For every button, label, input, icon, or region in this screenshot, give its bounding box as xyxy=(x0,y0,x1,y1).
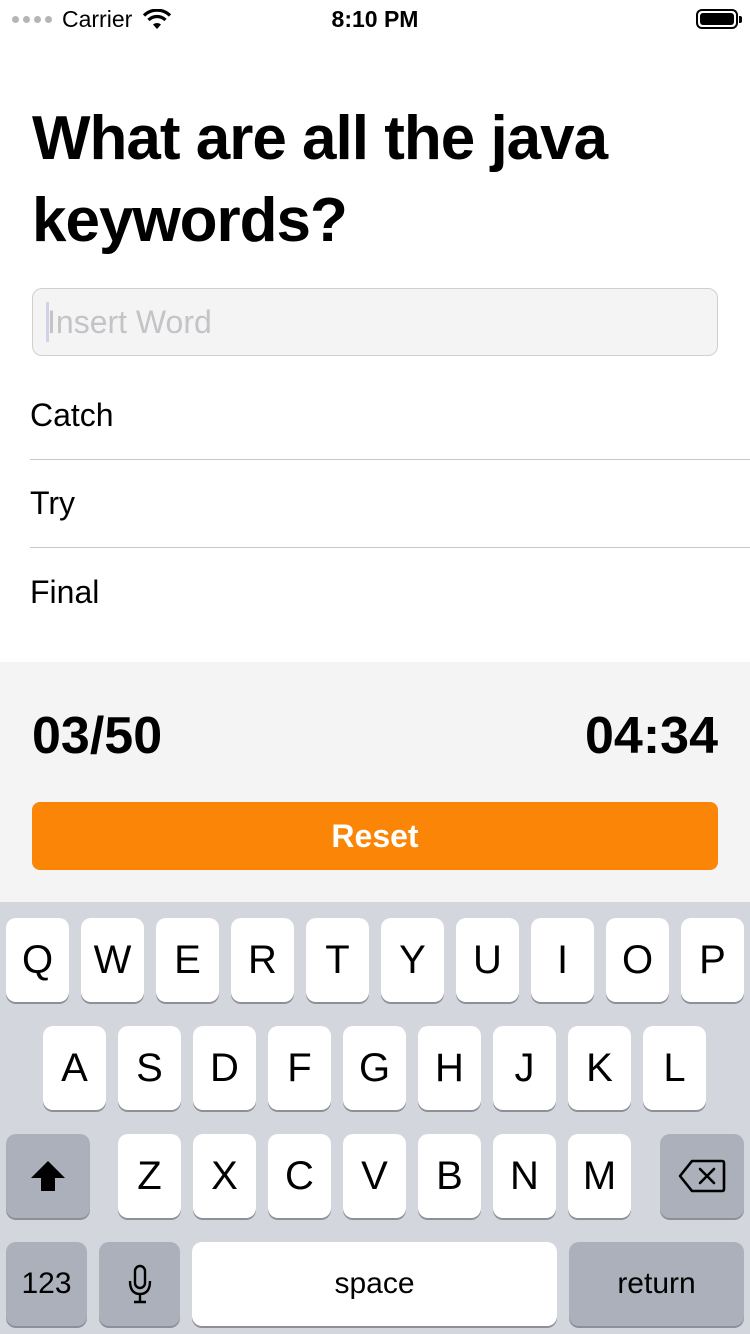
key-r[interactable]: R xyxy=(231,918,294,1002)
key-u[interactable]: U xyxy=(456,918,519,1002)
numbers-key[interactable]: 123 xyxy=(6,1242,87,1326)
key-e[interactable]: E xyxy=(156,918,219,1002)
key-t[interactable]: T xyxy=(306,918,369,1002)
key-y[interactable]: Y xyxy=(381,918,444,1002)
key-d[interactable]: D xyxy=(193,1026,256,1110)
list-item: Final xyxy=(30,573,100,610)
score-panel: 03/50 04:34 Reset xyxy=(0,662,750,902)
dictation-key[interactable] xyxy=(99,1242,180,1326)
status-bar: Carrier 8:10 PM xyxy=(0,0,750,40)
backspace-icon xyxy=(678,1159,726,1193)
delete-key[interactable] xyxy=(660,1134,744,1218)
key-h[interactable]: H xyxy=(418,1026,481,1110)
shift-arrow-icon xyxy=(31,1161,65,1191)
clock: 8:10 PM xyxy=(331,6,419,32)
microphone-icon xyxy=(128,1264,151,1304)
key-j[interactable]: J xyxy=(493,1026,556,1110)
key-o[interactable]: O xyxy=(606,918,669,1002)
key-w[interactable]: W xyxy=(81,918,144,1002)
question-title: What are all the java keywords? xyxy=(32,104,608,255)
key-l[interactable]: L xyxy=(643,1026,706,1110)
answer-list: Catch Try Final xyxy=(30,372,750,636)
keyboard: Q W E R T Y U I O P A S D F G H J K L Z … xyxy=(0,902,750,1334)
key-q[interactable]: Q xyxy=(6,918,69,1002)
key-z[interactable]: Z xyxy=(118,1134,181,1218)
key-x[interactable]: X xyxy=(193,1134,256,1218)
key-f[interactable]: F xyxy=(268,1026,331,1110)
key-v[interactable]: V xyxy=(343,1134,406,1218)
key-g[interactable]: G xyxy=(343,1026,406,1110)
list-item: Try xyxy=(30,460,750,548)
key-a[interactable]: A xyxy=(43,1026,106,1110)
key-s[interactable]: S xyxy=(118,1026,181,1110)
key-b[interactable]: B xyxy=(418,1134,481,1218)
space-key[interactable]: space xyxy=(192,1242,557,1326)
key-i[interactable]: I xyxy=(531,918,594,1002)
reset-button[interactable]: Reset xyxy=(32,802,718,870)
word-input[interactable] xyxy=(47,289,697,355)
key-k[interactable]: K xyxy=(568,1026,631,1110)
key-m[interactable]: M xyxy=(568,1134,631,1218)
key-c[interactable]: C xyxy=(268,1134,331,1218)
countdown-timer: 04:34 xyxy=(585,707,718,765)
shift-key[interactable] xyxy=(6,1134,90,1218)
key-p[interactable]: P xyxy=(681,918,744,1002)
list-item: Catch xyxy=(30,372,750,460)
battery-icon xyxy=(696,9,742,29)
score-counter: 03/50 xyxy=(32,707,163,765)
key-n[interactable]: N xyxy=(493,1134,556,1218)
word-input-field[interactable] xyxy=(32,288,718,356)
return-key[interactable]: return xyxy=(569,1242,744,1326)
